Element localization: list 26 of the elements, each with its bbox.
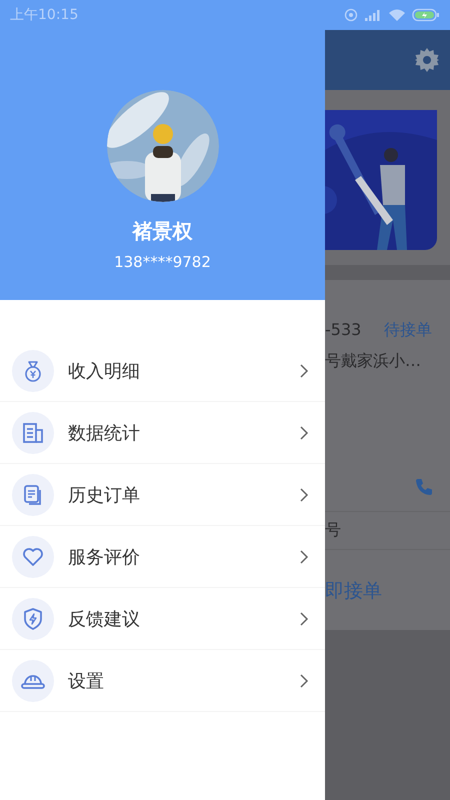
chevron-right-icon [299,424,309,440]
wifi-icon [388,8,406,22]
chevron-right-icon [299,672,309,688]
menu-item[interactable]: 历史订单 [0,464,325,526]
phone-number: 138****9782 [114,253,211,271]
alarm-icon [344,8,358,22]
chevron-right-icon [299,362,309,378]
settings-icon[interactable] [414,47,440,73]
menu-item[interactable]: 收入明细 [0,340,325,402]
chevron-right-icon [299,610,309,626]
order-status: 待接单 [384,320,432,341]
order-note: 号 [325,512,450,550]
signal-icon [364,8,382,22]
order-address: 号戴家浜小… [325,351,422,372]
menu-item[interactable]: 反馈建议 [0,588,325,650]
menu-item[interactable]: 数据统计 [0,402,325,464]
menu-item[interactable]: 设置 [0,650,325,712]
chevron-right-icon [299,486,309,502]
shield-icon [21,606,45,630]
status-time: 上午10:15 [10,6,78,24]
user-name: 褚景权 [132,218,192,245]
chevron-right-icon [299,548,309,564]
building-icon [21,420,45,444]
menu-item[interactable]: 服务评价 [0,526,325,588]
battery-icon [412,8,440,22]
order-number: -533 [325,320,362,341]
